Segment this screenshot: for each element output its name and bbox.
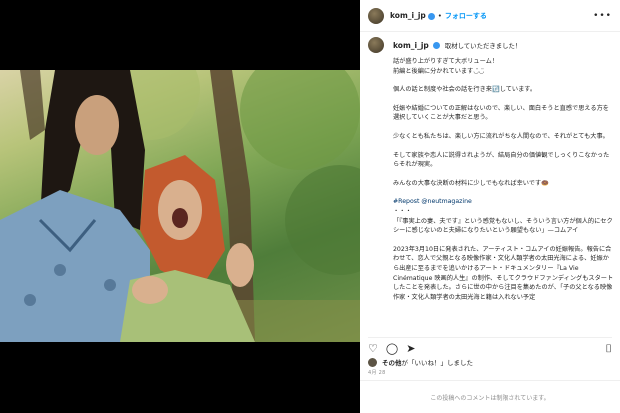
- action-bar: ♡ ◯ ➤ ⌷: [368, 337, 612, 354]
- liker-avatar: [368, 357, 377, 367]
- username[interactable]: kom_i_jp: [390, 11, 426, 20]
- verified-badge-icon: [432, 42, 440, 49]
- caption-area: kom_i_jp 取材していただきました！ 話が盛り上がりすぎて大ボリューム！ …: [368, 36, 614, 328]
- caption-avatar[interactable]: [368, 37, 384, 53]
- follow-button[interactable]: フォローする: [445, 11, 487, 21]
- caption-first-line: kom_i_jp 取材していただきました！: [393, 41, 614, 51]
- caption-line: ・・・: [393, 207, 412, 215]
- caption-line: 話が盛り上がりすぎて大ボリューム！: [393, 58, 499, 65]
- caption-line: みんなの大事な決断の材料に少しでもなれば幸いです🍩: [393, 179, 549, 187]
- heart-icon[interactable]: ♡: [368, 343, 378, 354]
- post-side-panel: kom_i_jp • フォローする ••• kom_i_jp 取材していただきま…: [360, 0, 620, 413]
- separator-dot: •: [437, 11, 442, 20]
- caption-line: 少なくとも私たちは、楽しい方に流れがちな人間なので、それがとても大事。: [393, 132, 609, 140]
- verified-badge-icon: [427, 13, 435, 20]
- caption-text: 話が盛り上がりすぎて大ボリューム！ 前編と後編に分かれています◡̈◡̈ 個人の話…: [393, 57, 614, 302]
- caption-username[interactable]: kom_i_jp: [393, 41, 429, 50]
- caption-line: 前編と後編に分かれています◡̈◡̈: [393, 67, 485, 75]
- caption-lead: 取材していただきました！: [444, 42, 522, 50]
- avatar[interactable]: [368, 7, 384, 24]
- caption-line: 「『事実上の妻、夫です』という感覚もないし、そういう言い方が個人的にセクシーに感…: [393, 217, 613, 235]
- caption-line: 妊娠や結婚についての正解はないので、楽しい、面白そうと直感で思える方を選択してい…: [393, 104, 609, 122]
- caption-line: 2023年3月10日に発表された、アーティスト・コムアイの妊娠報告。報告に合わせ…: [393, 245, 614, 301]
- bookmark-icon[interactable]: ⌷: [605, 343, 612, 354]
- likes-rest: が「いいね！」しました: [401, 359, 474, 367]
- paper-plane-icon[interactable]: ➤: [406, 343, 415, 354]
- more-horizontal-icon[interactable]: •••: [593, 11, 612, 21]
- likes-bold: その他: [382, 359, 402, 367]
- comment-restricted-notice: この投稿へのコメントは制限されています。: [360, 380, 620, 413]
- likes-summary[interactable]: その他 が「いいね！」しました: [368, 357, 473, 367]
- caption-line: 個人の話と制度や社会の話を行き来🔃しています。: [393, 86, 537, 94]
- comment-icon[interactable]: ◯: [386, 343, 398, 354]
- post-photo[interactable]: [0, 70, 360, 342]
- post-header: kom_i_jp • フォローする •••: [360, 0, 620, 32]
- media-area: [0, 0, 360, 413]
- post-date[interactable]: 4月 28: [368, 369, 386, 376]
- caption-line: そして家族や恋人に説得されようが、結局自分の価値観でしっくりこなかったらそれが現…: [393, 151, 610, 169]
- photo-illustration: [0, 70, 360, 342]
- hashtag-repost[interactable]: #Repost @neutmagazine: [393, 197, 614, 207]
